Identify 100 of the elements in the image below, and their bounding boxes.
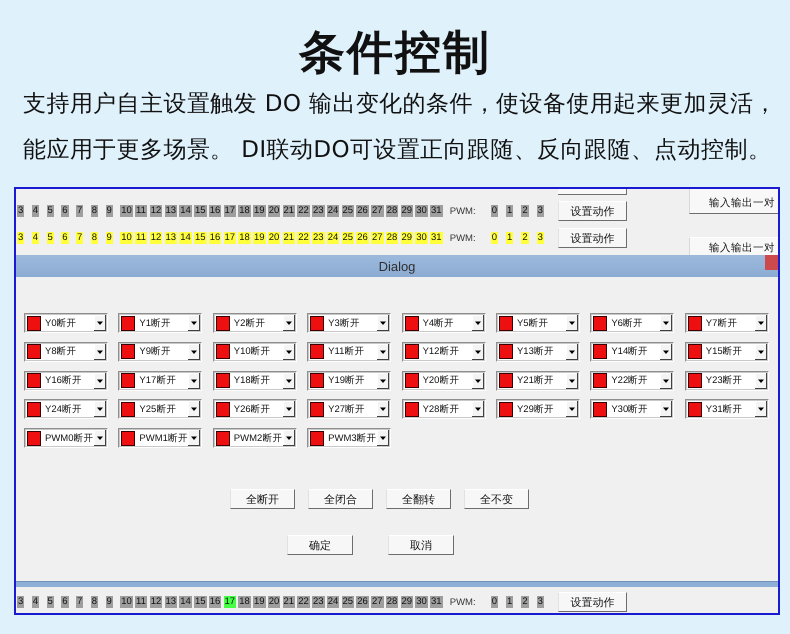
bit-indicator: 11 [135,596,147,608]
status-swatch-icon [27,430,41,446]
cut-off-button[interactable] [558,189,627,195]
dropdown-caret-icon [472,372,484,388]
bit-indicator: 5 [46,596,54,608]
dropdown-caret-icon [566,344,578,360]
output-dropdown[interactable]: Y7断开 [684,313,769,333]
bit-indicator: 29 [400,205,414,217]
io-mapping-button[interactable]: 输入输出一对 [689,237,778,255]
output-dropdown[interactable]: PWM3断开 [307,428,392,448]
dropdown-caret-icon [94,401,106,418]
output-dropdown[interactable]: Y0断开 [24,313,108,333]
output-dropdown[interactable]: Y12断开 [402,342,486,362]
output-dropdown[interactable]: Y21断开 [496,370,580,390]
dropdown-caret-icon [377,401,390,418]
bit-indicator: 6 [61,232,69,244]
output-dropdown[interactable]: Y6断开 [590,313,674,333]
output-dropdown[interactable]: Y31断开 [684,399,769,420]
bit-indicator: 0 [490,232,498,244]
output-dropdown[interactable]: Y28断开 [402,399,486,420]
output-dropdown[interactable]: Y18断开 [212,370,297,390]
set-action-button[interactable]: 设置动作 [558,201,627,221]
status-swatch-icon [27,316,41,330]
bit-indicator: 17 [224,596,236,608]
output-dropdown[interactable]: Y26断开 [212,399,297,420]
bit-indicator: 21 [282,232,296,244]
output-dropdown[interactable]: Y19断开 [307,370,392,390]
dropdown-caret-icon [566,372,578,388]
status-swatch-icon [121,402,136,417]
output-dropdown[interactable]: PWM0断开 [24,428,108,448]
bit-indicator: 4 [32,232,40,244]
bulk-action-button[interactable]: 全闭合 [308,489,373,509]
output-dropdown[interactable]: Y30断开 [590,399,674,420]
dropdown-caret-icon [754,315,767,331]
dropdown-caret-icon [472,315,484,331]
output-dropdown[interactable]: PWM1断开 [118,428,202,448]
bit-indicator: 10 [120,596,133,608]
output-dropdown[interactable]: Y8断开 [24,342,108,362]
cancel-button[interactable]: 取消 [388,535,454,555]
bit-indicator: 6 [61,596,69,608]
output-dropdown[interactable]: Y17断开 [118,370,202,390]
dropdown-caret-icon [377,372,390,388]
bit-indicator: 7 [76,596,84,608]
bit-indicator: 25 [342,205,354,217]
bit-indicator: 3 [536,596,544,608]
bit-indicator: 23 [312,232,325,244]
status-swatch-icon [310,344,324,360]
output-dropdown[interactable]: Y29断开 [496,399,580,420]
bit-indicator: 5 [46,232,54,244]
status-swatch-icon [688,373,702,388]
output-dropdown[interactable]: Y16断开 [24,370,108,390]
output-dropdown[interactable]: Y5断开 [496,313,580,333]
output-dropdown[interactable]: Y13断开 [496,342,580,362]
status-swatch-icon [121,344,136,360]
output-dropdown[interactable]: Y27断开 [307,399,392,420]
output-dropdown[interactable]: Y10断开 [212,342,297,362]
bit-indicator: 2 [521,205,529,217]
bit-indicator: 30 [415,205,428,217]
confirm-button[interactable]: 确定 [287,535,353,555]
bulk-action-button[interactable]: 全断开 [230,489,295,509]
output-dropdown[interactable]: Y2断开 [212,313,297,333]
set-action-button[interactable]: 设置动作 [558,228,627,248]
output-dropdown[interactable]: PWM2断开 [212,428,297,448]
io-mapping-button[interactable]: 输入输出一对 [689,189,778,214]
bit-indicator: 18 [238,205,251,217]
bit-indicator: 18 [238,596,251,608]
bit-indicator: 22 [297,232,310,244]
bit-indicator: 8 [90,232,98,244]
output-dropdown[interactable]: Y24断开 [24,399,108,420]
bit-indicator: 30 [415,232,428,244]
bit-indicator: 14 [179,596,192,608]
output-dropdown[interactable]: Y23断开 [684,370,769,390]
bit-indicator: 28 [386,596,398,608]
output-dropdown[interactable]: Y22断开 [590,370,674,390]
output-dropdown[interactable]: Y11断开 [307,342,392,362]
output-dropdown[interactable]: Y20断开 [402,370,486,390]
output-dropdown[interactable]: Y1断开 [118,313,202,333]
bulk-action-button[interactable]: 全不变 [464,489,529,509]
bit-indicator: 15 [194,596,207,608]
dropdown-caret-icon [282,315,295,331]
output-dropdown[interactable]: Y3断开 [307,313,392,333]
output-dropdown[interactable]: Y4断开 [402,313,486,333]
output-dropdown[interactable]: Y14断开 [590,342,674,362]
bit-indicator: 25 [342,596,354,608]
output-dropdown[interactable]: Y25断开 [118,399,202,420]
bit-indicator: 12 [150,205,162,217]
status-swatch-icon [310,430,324,446]
dropdown-caret-icon [472,401,484,418]
status-swatch-icon [498,373,513,388]
dropdown-caret-icon [94,315,106,331]
dropdown-caret-icon [377,430,390,446]
bit-indicator: 21 [282,205,296,217]
bit-indicator: 4 [32,596,40,608]
bulk-action-button[interactable]: 全翻转 [386,489,451,509]
bit-indicator: 19 [253,596,266,608]
output-dropdown[interactable]: Y9断开 [118,342,202,362]
bit-indicator: 29 [400,232,414,244]
set-action-button[interactable]: 设置动作 [558,592,627,612]
output-dropdown[interactable]: Y15断开 [684,342,769,362]
bit-indicator: 21 [282,596,296,608]
